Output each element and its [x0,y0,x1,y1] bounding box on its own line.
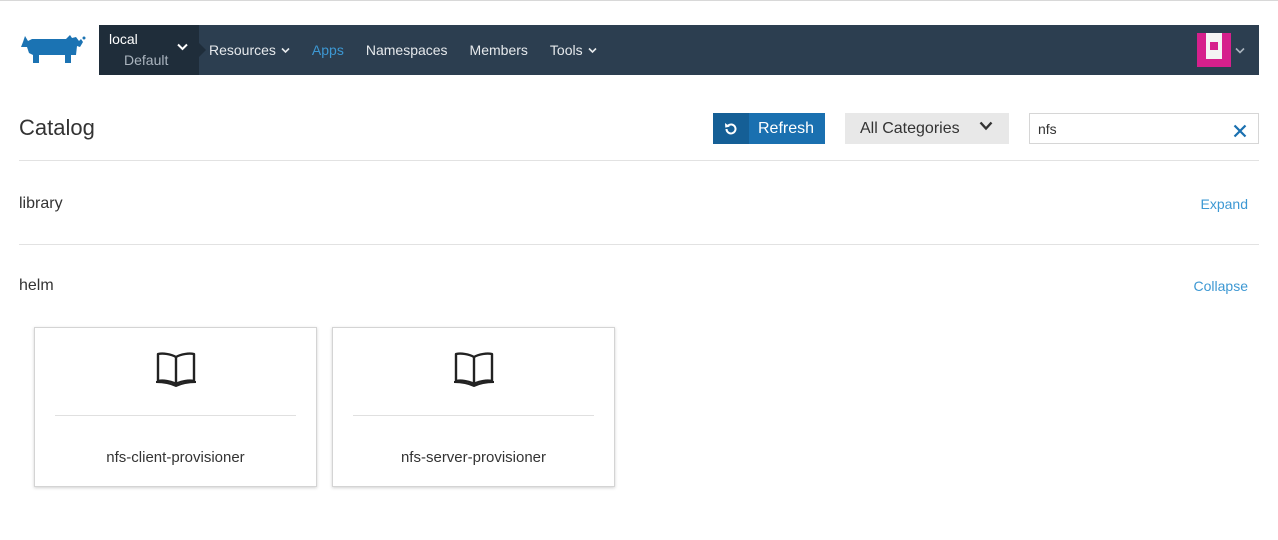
refresh-label: Refresh [758,119,815,137]
card-divider [55,415,296,416]
refresh-icon [713,113,749,144]
app-card[interactable]: nfs-client-provisioner [34,327,317,487]
refresh-button[interactable]: Refresh [713,113,825,144]
chevron-down-icon [979,121,993,131]
cluster-project-switcher[interactable]: local Default [99,25,206,75]
catalog-group-name: helm [19,277,54,294]
book-icon [453,352,495,387]
nav-apps-label: Apps [311,42,344,58]
group-divider [19,244,1259,245]
nav-apps[interactable]: Apps [312,25,344,75]
nav-namespaces[interactable]: Namespaces [366,25,448,75]
top-border [0,0,1278,1]
category-select-value: All Categories [860,119,960,137]
page-title: Catalog [19,115,95,140]
catalog-group-name: library [19,195,63,212]
nav-namespaces-label: Namespaces [365,42,448,58]
nav-members[interactable]: Members [470,25,528,75]
user-menu[interactable] [1197,33,1245,67]
header-divider [19,160,1259,161]
chevron-down-icon [588,47,597,53]
app-card[interactable]: nfs-server-provisioner [332,327,615,487]
project-name: Default [124,52,169,68]
app-card-title: nfs-client-provisioner [106,449,245,466]
category-select[interactable]: All Categories [845,113,1009,144]
nav-resources-label: Resources [209,42,276,58]
close-icon[interactable] [1233,124,1247,138]
collapse-link[interactable]: Collapse [1194,278,1248,294]
nav-resources[interactable]: Resources [209,25,290,75]
chevron-down-icon [1235,47,1245,54]
rancher-logo-icon[interactable] [19,33,87,67]
nav-tools[interactable]: Tools [550,25,597,75]
top-navbar: local Default Resources Apps Namespaces … [99,25,1259,75]
nav-tools-label: Tools [549,42,583,58]
user-avatar-icon [1197,33,1231,67]
nav-members-label: Members [469,42,528,58]
card-divider [353,415,594,416]
expand-link[interactable]: Expand [1201,196,1248,212]
search-input[interactable] [1030,114,1220,143]
book-icon [155,352,197,387]
app-card-title: nfs-server-provisioner [400,449,547,466]
cluster-name: local [109,31,138,47]
chevron-down-icon [177,43,188,51]
chevron-down-icon [281,47,290,53]
search-box [1029,113,1259,144]
